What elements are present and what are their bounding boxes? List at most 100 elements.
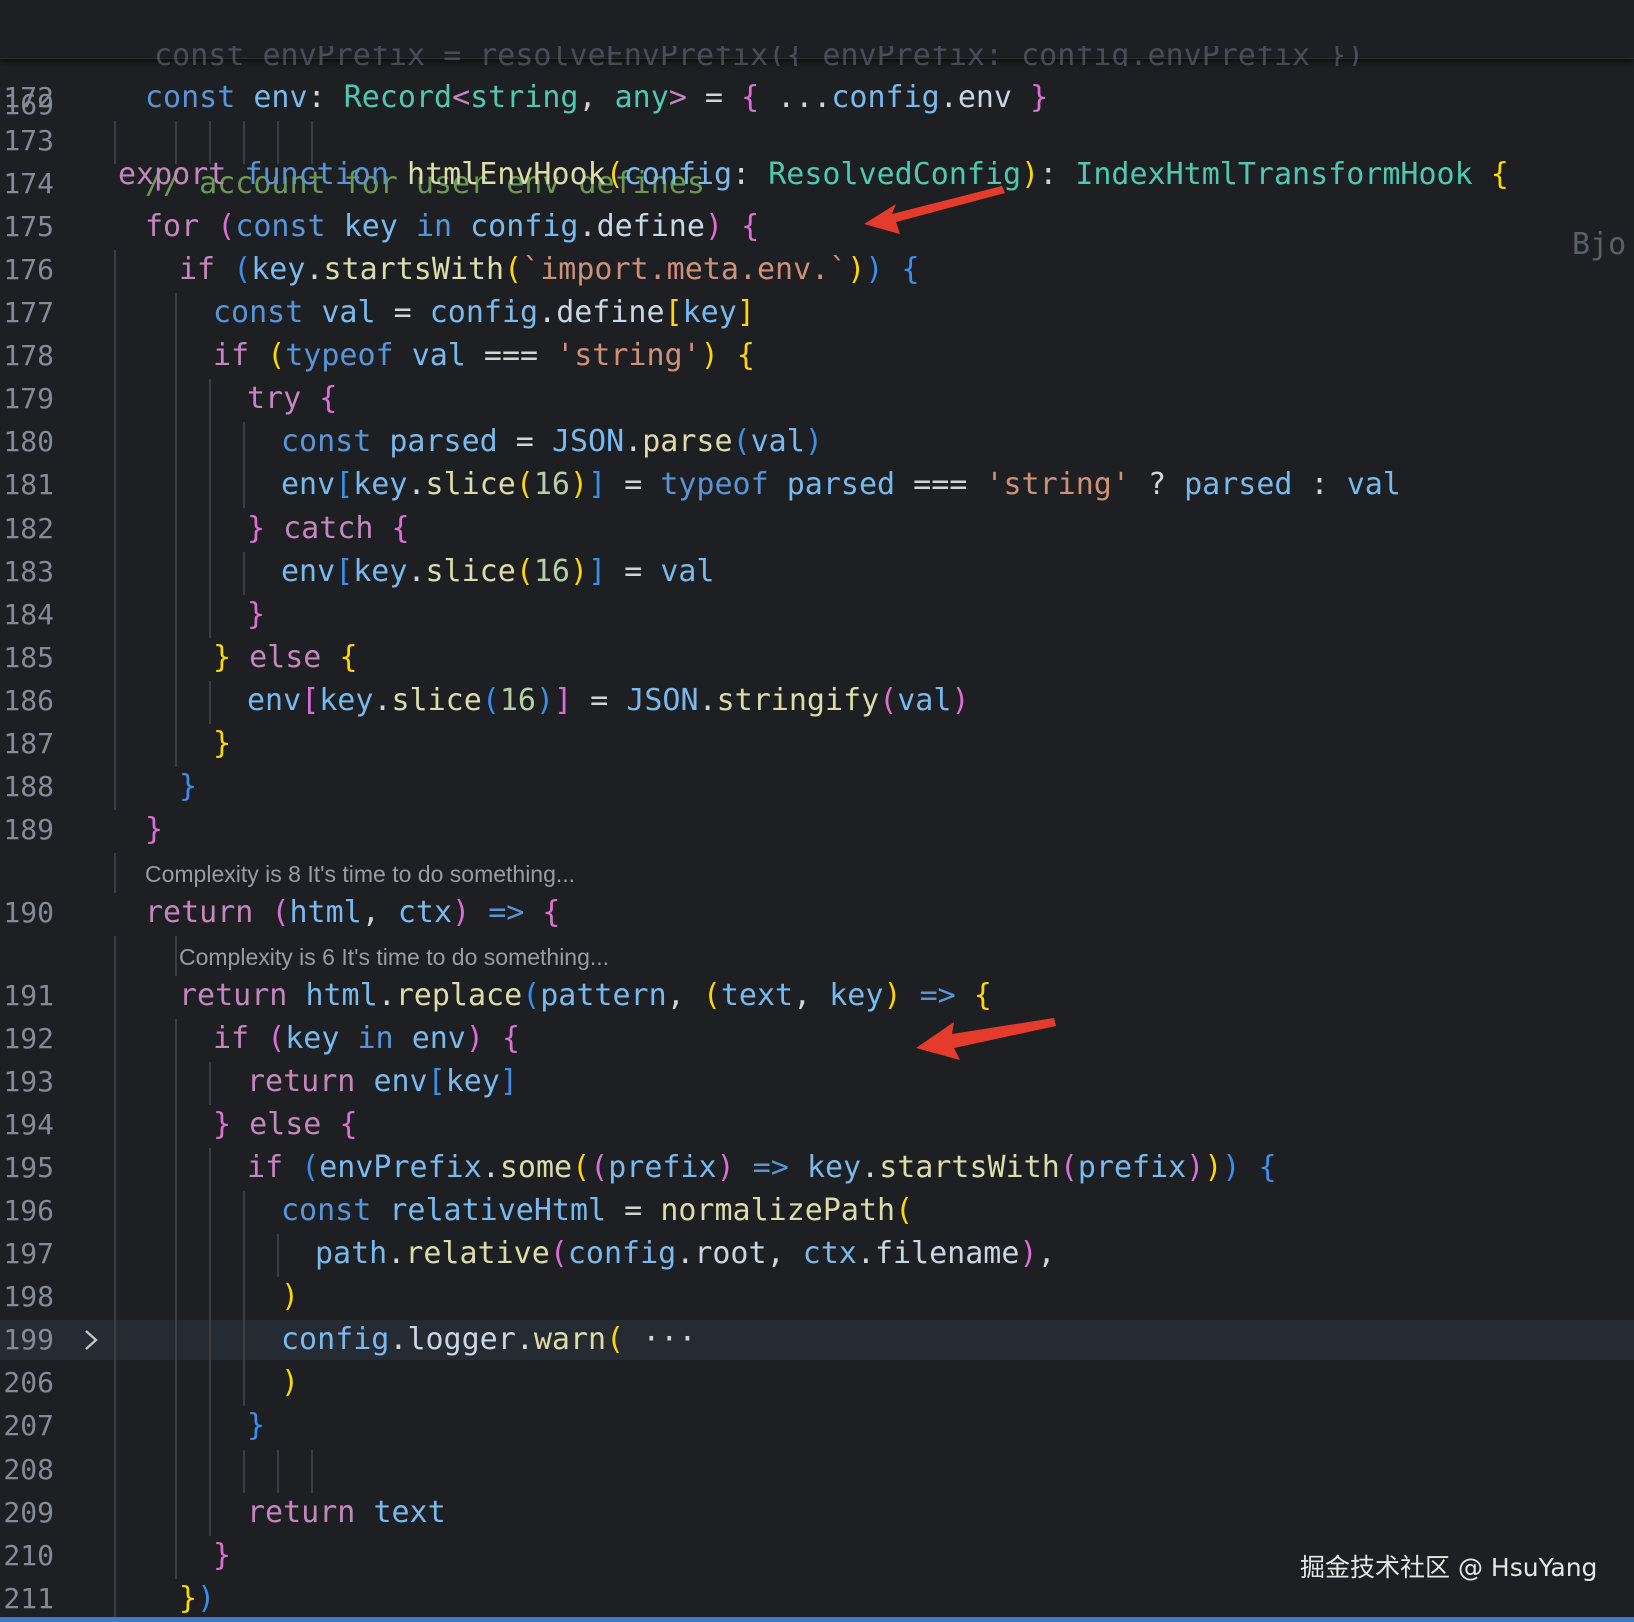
code-line[interactable]: 180 const parsed = JSON.parse(val) bbox=[0, 422, 1634, 462]
truncated-text: Bjo bbox=[1572, 227, 1627, 262]
code-line[interactable]: 179 try { bbox=[0, 379, 1634, 419]
code-line[interactable]: 189} bbox=[0, 810, 1634, 850]
code-token: } bbox=[1030, 80, 1049, 115]
complexity-hint[interactable]: Complexity is 6 It's time to do somethin… bbox=[179, 939, 609, 975]
code-text[interactable]: const val = config.define[key] bbox=[213, 293, 755, 333]
code-text[interactable]: } bbox=[213, 724, 231, 764]
code-text[interactable]: } bbox=[247, 1406, 265, 1446]
complexity-hint[interactable]: Complexity is 8 It's time to do somethin… bbox=[145, 856, 575, 892]
code-line[interactable]: 208 bbox=[0, 1450, 1634, 1490]
code-line[interactable]: 183 env[key.slice(16)] = val bbox=[0, 552, 1634, 592]
indent-guide bbox=[311, 1449, 313, 1493]
code-line[interactable]: 209 return text bbox=[0, 1493, 1634, 1533]
code-token: 16 bbox=[533, 467, 570, 503]
code-token: = bbox=[686, 80, 742, 115]
code-text[interactable]: env[key.slice(16)] = JSON.stringify(val) bbox=[247, 681, 970, 721]
code-token: JSON bbox=[551, 424, 625, 460]
code-line[interactable]: 172const env: Record<string, any> = { ..… bbox=[0, 78, 1634, 118]
code-text[interactable]: if (envPrefix.some((prefix) => key.start… bbox=[247, 1148, 1277, 1188]
code-text[interactable]: } catch { bbox=[247, 509, 410, 549]
code-token: env bbox=[281, 553, 336, 589]
code-text[interactable]: if (key in env) { bbox=[213, 1019, 520, 1059]
code-token: ( bbox=[732, 424, 751, 460]
code-line[interactable]: 199 config.logger.warn( ··· bbox=[0, 1320, 1634, 1361]
code-token: { bbox=[973, 977, 992, 1013]
code-text[interactable]: path.relative(config.root, ctx.filename)… bbox=[315, 1234, 1056, 1274]
code-token: } bbox=[213, 725, 232, 761]
code-line[interactable]: 190 return (html, ctx) => { bbox=[0, 893, 1634, 933]
code-editor[interactable]: 169 export function htmlEnvHook(config: … bbox=[0, 0, 1634, 1622]
code-token: config bbox=[623, 157, 733, 192]
code-token: env bbox=[253, 80, 308, 115]
code-line[interactable]: 198) bbox=[0, 1277, 1634, 1317]
code-text[interactable]: export function htmlEnvHook(config: Reso… bbox=[118, 140, 1509, 210]
code-text[interactable]: } else { bbox=[213, 638, 358, 678]
code-line[interactable]: 187} bbox=[0, 724, 1634, 764]
line-number: 190 bbox=[3, 895, 54, 929]
code-text[interactable]: if (key.startsWith(`import.meta.env.`)) … bbox=[179, 250, 920, 290]
code-text[interactable]: env[key.slice(16)] = typeof parsed === '… bbox=[281, 465, 1401, 505]
code-line[interactable]: 185} else { bbox=[0, 638, 1634, 678]
code-line[interactable]: 182} catch { bbox=[0, 509, 1634, 549]
code-token: ( bbox=[504, 252, 523, 288]
code-token: config bbox=[281, 1322, 390, 1358]
code-text[interactable]: } else { bbox=[213, 1105, 358, 1145]
code-token: ( bbox=[605, 157, 624, 192]
line-number: 211 bbox=[3, 1581, 54, 1615]
code-text[interactable]: } bbox=[145, 810, 163, 850]
code-line[interactable]: 197 path.relative(config.root, ctx.filena… bbox=[0, 1234, 1634, 1274]
code-token: ) bbox=[865, 252, 884, 288]
code-text[interactable]: const env: Record<string, any> = { ...co… bbox=[145, 78, 1048, 118]
code-text[interactable]: try { bbox=[247, 379, 337, 419]
code-line[interactable]: 196 const relativeHtml = normalizePath( bbox=[0, 1191, 1634, 1231]
chevron-right-icon[interactable] bbox=[78, 1320, 104, 1360]
line-number: 195 bbox=[3, 1151, 54, 1185]
code-line[interactable]: 176 if (key.startsWith(`import.meta.env.`… bbox=[0, 250, 1634, 290]
code-text[interactable]: env[key.slice(16)] = val bbox=[281, 552, 715, 592]
code-text[interactable]: config.logger.warn( ··· bbox=[281, 1320, 696, 1360]
code-line[interactable]: 177const val = config.define[key] bbox=[0, 293, 1634, 333]
code-line[interactable]: 181 env[key.slice(16)] = typeof parsed ==… bbox=[0, 465, 1634, 505]
code-text[interactable]: ) bbox=[281, 1363, 299, 1403]
code-token: key bbox=[353, 467, 408, 503]
code-line[interactable]: 192 if (key in env) { bbox=[0, 1019, 1634, 1059]
code-line[interactable]: 207} bbox=[0, 1406, 1634, 1446]
code-text[interactable]: return html.replace(pattern, (text, key)… bbox=[179, 976, 992, 1016]
code-token: define bbox=[596, 209, 705, 245]
code-text[interactable]: return text bbox=[247, 1493, 446, 1533]
code-text[interactable]: const parsed = JSON.parse(val) bbox=[281, 422, 823, 462]
code-line[interactable]: 193 return env[key] bbox=[0, 1062, 1634, 1102]
code-token: } bbox=[145, 811, 164, 847]
code-line[interactable]: 191 return html.replace(pattern, (text, k… bbox=[0, 976, 1634, 1016]
code-text[interactable]: return (html, ctx) => { bbox=[145, 893, 560, 933]
code-text[interactable]: }) bbox=[179, 1579, 215, 1619]
code-line[interactable]: 178 if (typeof val === 'string') { bbox=[0, 336, 1634, 376]
code-text[interactable]: ) bbox=[281, 1277, 299, 1317]
code-line[interactable]: 206) bbox=[0, 1363, 1634, 1403]
code-token: ) bbox=[847, 252, 866, 288]
code-token: 16 bbox=[499, 682, 536, 718]
code-token: in bbox=[357, 1021, 394, 1056]
code-text[interactable]: } bbox=[213, 1536, 231, 1576]
code-text[interactable]: } bbox=[179, 767, 197, 807]
code-line[interactable]: 195 if (envPrefix.some((prefix) => key.st… bbox=[0, 1148, 1634, 1188]
code-token: startsWith bbox=[879, 1150, 1060, 1186]
code-text[interactable]: } bbox=[247, 595, 265, 635]
code-text[interactable]: const relativeHtml = normalizePath( bbox=[281, 1191, 913, 1231]
code-token: 'string' bbox=[985, 467, 1130, 503]
code-line[interactable]: 184} bbox=[0, 595, 1634, 635]
indent-guide bbox=[114, 852, 116, 893]
code-line[interactable]: 186 env[key.slice(16)] = JSON.stringify(v… bbox=[0, 681, 1634, 721]
code-text[interactable]: return env[key] bbox=[247, 1062, 518, 1102]
code-token: ( bbox=[217, 209, 236, 245]
code-text[interactable]: for (const key in config.define) { bbox=[145, 207, 759, 247]
code-text[interactable]: if (typeof val === 'string') { bbox=[213, 336, 755, 376]
code-line[interactable]: 194} else { bbox=[0, 1105, 1634, 1145]
code-line[interactable]: 175for (const key in config.define) { bbox=[0, 207, 1634, 247]
code-line[interactable]: 211}) bbox=[0, 1579, 1634, 1619]
code-line[interactable]: 188} bbox=[0, 767, 1634, 807]
code-token: ] bbox=[554, 682, 573, 718]
